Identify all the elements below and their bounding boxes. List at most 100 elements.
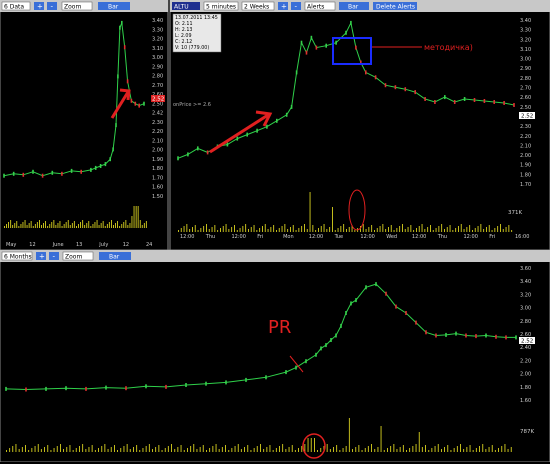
volume-bar — [500, 224, 501, 232]
y-tick-label: 3.20 — [520, 292, 531, 298]
info-line-4: L: 2.09 — [175, 33, 192, 39]
volume-bar — [161, 450, 163, 452]
bottom-range-label: 6 Months — [4, 254, 32, 261]
volume-bar — [218, 449, 220, 452]
volume-bar — [472, 450, 474, 452]
volume-bar — [494, 450, 496, 452]
volume-bar — [431, 448, 433, 452]
volume-bar — [488, 447, 490, 452]
volume-bar — [250, 227, 252, 232]
volume-bar — [434, 446, 436, 452]
y-tick-label: 3.10 — [152, 46, 163, 52]
price-candle — [350, 301, 352, 306]
volume-bar — [59, 221, 61, 228]
volume-bar — [309, 192, 311, 232]
volume-bar — [382, 224, 384, 232]
volume-bar — [228, 450, 230, 452]
y-tick-label: 2.00 — [520, 153, 531, 159]
volume-bar — [298, 448, 299, 452]
volume-bar — [441, 449, 442, 452]
volume-bar — [245, 224, 247, 232]
volume-bar — [469, 445, 471, 452]
volume-bar — [199, 447, 201, 452]
y-tick-label: 2.20 — [520, 358, 531, 364]
volume-bar — [79, 446, 80, 452]
x-tick-label: Fri — [489, 234, 495, 240]
price-candle — [197, 146, 199, 151]
alerts-label: Alerts — [307, 4, 324, 11]
volume-bar — [472, 230, 473, 232]
volume-bar — [276, 230, 277, 232]
volume-bar — [435, 228, 437, 232]
price-candle — [345, 311, 347, 315]
x-tick-label: 16:00 — [515, 234, 529, 240]
price-candle — [109, 157, 111, 162]
volume-bar — [63, 224, 65, 228]
price-candle — [32, 169, 34, 174]
volume-bar — [171, 444, 172, 452]
price-candle — [493, 100, 495, 104]
volume-bar — [63, 449, 64, 452]
volume-bar — [250, 450, 252, 452]
price-candle — [295, 70, 298, 75]
y-tick-label: 3.00 — [520, 57, 531, 63]
volume-bar — [399, 226, 401, 232]
y-tick-label: 3.00 — [152, 55, 163, 61]
left-chart-panel — [0, 0, 169, 251]
volume-bar — [88, 221, 90, 228]
price-candle — [385, 291, 387, 296]
volume-bar — [94, 222, 96, 228]
delete-alerts-label: Delete Alerts — [376, 4, 415, 11]
volume-bar — [82, 444, 84, 452]
price-candle — [384, 83, 387, 88]
volume-bar — [253, 225, 255, 232]
volume-bar — [180, 228, 182, 232]
price-candle — [3, 173, 5, 178]
volume-bar — [137, 206, 139, 228]
volume-bar — [202, 445, 204, 452]
volume-bar — [482, 444, 484, 452]
volume-bar — [25, 445, 26, 452]
price-candle — [465, 333, 467, 338]
y-tick-label: 3.40 — [520, 279, 531, 285]
volume-bar — [152, 449, 153, 452]
volume-bar — [279, 446, 280, 452]
x-tick-label: Thu — [205, 234, 215, 240]
y-tick-label: 3.40 — [520, 18, 531, 24]
y-tick-label: 3.20 — [152, 37, 163, 43]
price-candle — [121, 20, 123, 25]
price-candle — [355, 298, 357, 303]
volume-bar — [424, 229, 426, 232]
volume-bar — [129, 223, 131, 228]
price-candle — [117, 74, 119, 79]
volume-bar — [460, 444, 461, 452]
volume-bar — [342, 448, 344, 452]
price-candle — [115, 123, 117, 128]
volume-bar — [430, 225, 431, 232]
y-tick-label: 1.70 — [520, 182, 531, 188]
price-candle — [515, 335, 517, 340]
price-candle — [445, 332, 447, 337]
volume-bar — [104, 226, 106, 228]
volume-bar — [320, 448, 322, 452]
volume-bar — [244, 447, 245, 452]
volume-bar — [30, 221, 32, 228]
annotation-text: методичка) — [424, 43, 473, 52]
volume-bar — [343, 224, 345, 232]
price-candle — [51, 170, 54, 175]
volume-bar — [502, 229, 504, 232]
volume-bar — [348, 418, 350, 452]
volume-bar — [497, 226, 499, 232]
y-tick-label: 2.10 — [520, 143, 531, 149]
volume-bar — [217, 230, 219, 232]
volume-bar — [460, 224, 462, 232]
x-tick-label: Thu — [437, 234, 447, 240]
price-candle — [355, 45, 357, 50]
left-range-label: 6 Data — [4, 4, 24, 11]
volume-bar — [501, 446, 503, 452]
volume-bar — [418, 226, 420, 232]
y-tick-label: 2.70 — [152, 83, 163, 89]
volume-bar — [505, 227, 507, 232]
volume-bar — [164, 448, 166, 452]
volume-bar — [57, 223, 59, 228]
